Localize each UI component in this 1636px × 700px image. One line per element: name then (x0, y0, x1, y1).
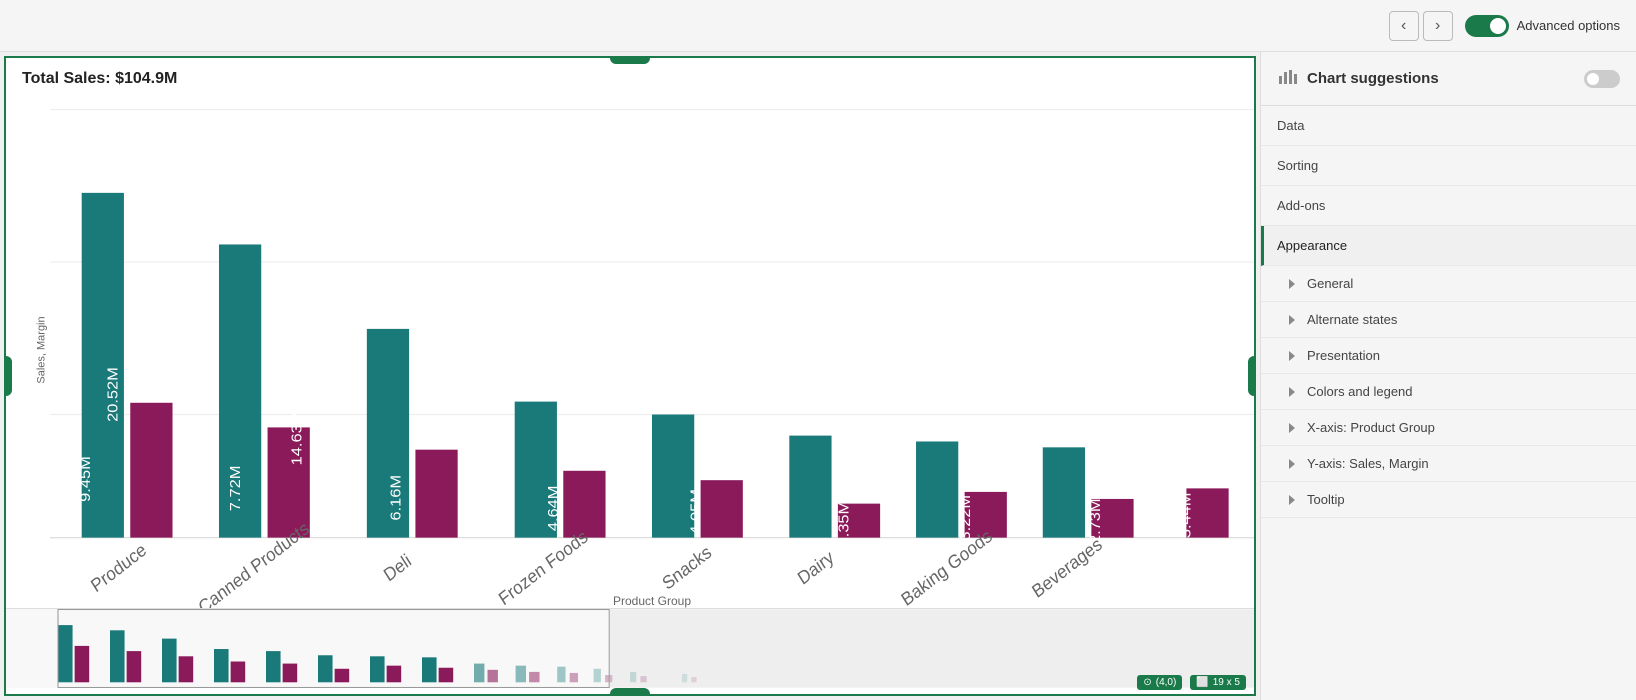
chart-suggestions-icon (1277, 66, 1297, 91)
advanced-options-toggle-area: Advanced options (1465, 15, 1620, 37)
svg-text:2.35M: 2.35M (836, 501, 852, 547)
bar-group-baking: 6.73M 3.22M Baking Goods (886, 441, 1007, 608)
sub-nav-item-presentation[interactable]: Presentation (1261, 338, 1636, 374)
chevron-alternate (1289, 315, 1295, 325)
svg-text:Produce: Produce (87, 539, 149, 596)
sub-nav-item-general[interactable]: General (1261, 266, 1636, 302)
svg-text:9.45M: 9.45M (78, 456, 94, 502)
size-icon: ⬜ (1196, 677, 1208, 688)
chart-suggestions-toggle[interactable] (1584, 70, 1620, 88)
sub-nav-item-x-axis[interactable]: X-axis: Product Group (1261, 410, 1636, 446)
svg-text:4.05M: 4.05M (688, 489, 704, 535)
mini-chart (6, 608, 1254, 688)
nav-item-appearance-label: Appearance (1277, 238, 1347, 253)
y-axis-label: Sales, Margin (36, 316, 48, 383)
bar-chart-area: Sales, Margin 30M 20M 10M 0 24.16M (6, 92, 1254, 608)
svg-text:6.73M: 6.73M (886, 470, 902, 516)
sub-nav-label-yaxis: Y-axis: Sales, Margin (1307, 456, 1429, 471)
nav-next-button[interactable]: › (1423, 11, 1453, 41)
nav-item-appearance[interactable]: Appearance (1261, 226, 1636, 266)
nav-item-sorting-label: Sorting (1277, 158, 1318, 173)
status-size: 19 x 5 (1213, 677, 1240, 688)
svg-text:14.63M: 14.63M (289, 411, 305, 466)
sub-nav-item-colors-legend[interactable]: Colors and legend (1261, 374, 1636, 410)
sub-nav-label-tooltip: Tooltip (1307, 492, 1345, 507)
chevron-general (1289, 279, 1295, 289)
chevron-colors (1289, 387, 1295, 397)
sub-nav-label-colors: Colors and legend (1307, 384, 1413, 399)
sub-nav-label-general: General (1307, 276, 1353, 291)
bar-group-frozen: 9.49M 4.64M Frozen Foods (468, 402, 606, 608)
panel-title: Chart suggestions (1307, 70, 1574, 87)
top-bar: ‹ › Advanced options (0, 0, 1636, 52)
bar-group-beverages: 6.32M 2.73M Beverages (1016, 447, 1134, 602)
svg-text:6.16M: 6.16M (388, 475, 404, 521)
bar-group-last: 3.44M (1178, 488, 1228, 538)
mini-chart-svg (6, 609, 1254, 688)
advanced-options-label: Advanced options (1517, 18, 1620, 33)
svg-text:4.64M: 4.64M (546, 486, 562, 532)
status-coords-badge: ⊙ (4,0) (1137, 675, 1182, 690)
sub-nav-label-xaxis: X-axis: Product Group (1307, 420, 1435, 435)
right-panel: Chart suggestions Data Sorting Add-ons A… (1260, 52, 1636, 700)
svg-text:Dairy: Dairy (794, 546, 837, 588)
chevron-presentation (1289, 351, 1295, 361)
status-size-badge: ⬜ 19 x 5 (1190, 675, 1246, 690)
svg-text:6.32M: 6.32M (1016, 473, 1032, 519)
bar-group-deli: 14.63M 6.16M Deli (289, 329, 458, 586)
sub-nav-item-y-axis[interactable]: Y-axis: Sales, Margin (1261, 446, 1636, 482)
svg-text:7.72M: 7.72M (228, 466, 244, 512)
svg-text:3.44M: 3.44M (1178, 493, 1194, 539)
sub-nav-label-presentation: Presentation (1307, 348, 1380, 363)
status-bar: ⊙ (4,0) ⬜ 19 x 5 (1137, 675, 1246, 690)
chart-area: Total Sales: $104.9M Sales, Margin 30M 2… (4, 56, 1256, 696)
advanced-options-toggle[interactable] (1465, 15, 1509, 37)
chevron-xaxis (1289, 423, 1295, 433)
nav-item-sorting[interactable]: Sorting (1261, 146, 1636, 186)
main-content: Total Sales: $104.9M Sales, Margin 30M 2… (0, 52, 1636, 700)
nav-item-data[interactable]: Data (1261, 106, 1636, 146)
svg-text:8.63M: 8.63M (610, 456, 626, 502)
svg-text:Beverages: Beverages (1028, 533, 1105, 602)
bar-group-dairy: 7.18M 2.35M Dairy (757, 436, 880, 589)
svg-text:9.49M: 9.49M (468, 450, 484, 496)
bar-group-snacks: 8.63M 4.05M Snacks (610, 415, 743, 594)
coords-icon: ⊙ (1143, 677, 1151, 688)
sub-nav-label-alternate: Alternate states (1307, 312, 1397, 327)
svg-text:3.22M: 3.22M (958, 495, 974, 541)
nav-item-addons-label: Add-ons (1277, 198, 1325, 213)
chevron-yaxis (1289, 459, 1295, 469)
nav-item-data-label: Data (1277, 118, 1304, 133)
resize-handle-bottom[interactable] (610, 688, 650, 696)
svg-text:Deli: Deli (380, 550, 415, 586)
x-axis-title: Product Group (50, 594, 1254, 608)
svg-text:Snacks: Snacks (659, 541, 715, 594)
status-coords: (4,0) (1156, 677, 1177, 688)
sub-nav-item-alternate-states[interactable]: Alternate states (1261, 302, 1636, 338)
nav-prev-button[interactable]: ‹ (1389, 11, 1419, 41)
panel-nav-items: Data Sorting Add-ons Appearance General … (1261, 106, 1636, 518)
sub-nav-item-tooltip[interactable]: Tooltip (1261, 482, 1636, 518)
chevron-tooltip (1289, 495, 1295, 505)
panel-header: Chart suggestions (1261, 52, 1636, 106)
svg-text:20.52M: 20.52M (105, 367, 121, 422)
svg-text:7.18M: 7.18M (757, 467, 773, 513)
bar-chart-svg: 30M 20M 10M 0 24.16M 9.45M Produce 20 (50, 92, 1254, 608)
resize-handle-top[interactable] (610, 56, 650, 64)
nav-item-addons[interactable]: Add-ons (1261, 186, 1636, 226)
